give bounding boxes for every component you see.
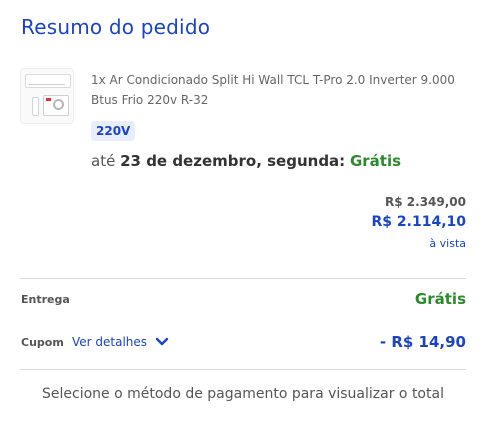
chevron-down-icon[interactable] bbox=[155, 337, 169, 347]
divider bbox=[20, 278, 466, 279]
delivery-estimate: até 23 de dezembro, segunda: Grátis bbox=[91, 152, 401, 170]
delivery-prefix: até bbox=[91, 152, 116, 170]
coupon-label: Cupom bbox=[21, 336, 64, 349]
delivery-date: 23 de dezembro, segunda: bbox=[120, 152, 346, 170]
product-name[interactable]: 1x Ar Condicionado Split Hi Wall TCL T-P… bbox=[91, 70, 471, 110]
discounted-price: R$ 2.114,10 bbox=[371, 214, 466, 230]
coupon-discount-value: - R$ 14,90 bbox=[379, 333, 466, 351]
product-thumbnail[interactable] bbox=[20, 68, 74, 124]
order-summary-title: Resumo do pedido bbox=[21, 15, 211, 39]
delivery-cost: Grátis bbox=[349, 152, 402, 170]
coupon-details-toggle[interactable]: Ver detalhes bbox=[72, 335, 169, 349]
original-price: R$ 2.349,00 bbox=[385, 195, 466, 209]
divider bbox=[20, 369, 466, 370]
brand-logo-mark bbox=[46, 98, 51, 101]
fan-grille-image bbox=[53, 99, 64, 110]
payment-note: à vista bbox=[429, 237, 466, 250]
shipping-value: Grátis bbox=[414, 290, 466, 308]
indoor-unit-image bbox=[25, 74, 71, 88]
shipping-label: Entrega bbox=[21, 293, 70, 306]
remote-image bbox=[32, 97, 39, 116]
payment-method-hint: Selecione o método de pagamento para vis… bbox=[42, 386, 444, 402]
voltage-badge: 220V bbox=[91, 121, 136, 141]
coupon-details-link[interactable]: Ver detalhes bbox=[72, 335, 147, 349]
